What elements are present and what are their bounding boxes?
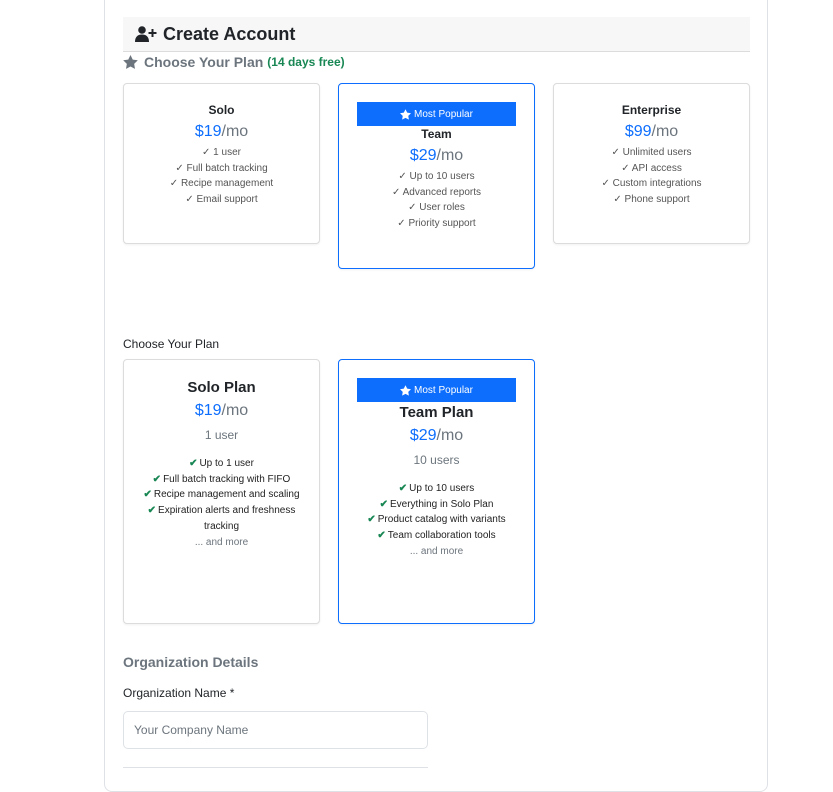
check-icon: ✔ [398, 483, 408, 494]
check-icon: ✔ [152, 473, 162, 485]
plan-price: $99/mo [624, 123, 679, 140]
plan-feature: ✓ User roles [408, 202, 465, 213]
plan-feature: ✓ API access [621, 162, 682, 174]
page-title: Create Account [163, 23, 296, 44]
plan-feature: ✔ Up to 1 user [189, 458, 254, 469]
plan-section-heading: Choose Your Plan [144, 54, 264, 70]
check-icon: ✔ [377, 530, 386, 542]
plan-feature: ✓ 1 user [202, 147, 241, 158]
plan-card-team[interactable]: Most Popular Team $29/mo ✓ Up to 10 user… [338, 83, 535, 269]
plan-feature: ✓ Unlimited users [611, 147, 692, 158]
plan-more: ... and more [409, 545, 464, 557]
plan-more: ... and more [194, 536, 249, 548]
most-popular-badge: Most Popular [357, 378, 516, 402]
plan-feature: ✓ Email support [185, 193, 258, 205]
plan-users: 1 user [204, 428, 239, 442]
plan-feature: ✔ Recipe management and scaling [143, 489, 300, 501]
plan-price: $19/mo [194, 123, 249, 140]
plan-feature: ✓ Full batch tracking [175, 162, 268, 174]
check-icon: ✔ [143, 489, 152, 501]
plan-card-solo-plan[interactable]: Solo Plan $19/mo 1 user ✔ Up to 1 user ✔ F… [123, 359, 320, 624]
plan-feature: ✔ Expiration alerts and freshness trackin… [147, 505, 296, 532]
check-icon: ✔ [189, 458, 198, 469]
plan-name: Enterprise [621, 103, 682, 117]
check-icon: ✔ [379, 498, 388, 510]
plan-name: Solo Plan [187, 379, 256, 396]
divider [123, 767, 428, 768]
plan-feature: ✓ Priority support [397, 217, 476, 229]
plan-feature: ✓ Custom integrations [601, 178, 702, 189]
plan-price: $29/mo [409, 147, 464, 164]
badge-label: Most Popular [414, 384, 473, 396]
plan-feature: ✔ Up to 10 users [398, 483, 475, 494]
user-plus-icon [135, 26, 157, 42]
check-icon: ✔ [147, 505, 157, 517]
free-trial-note: (14 days free) [267, 55, 345, 69]
plan-name: Team [421, 127, 452, 141]
plan-name: Team Plan [399, 404, 474, 421]
badge-label: Most Popular [414, 108, 473, 120]
plan-price: $19/mo [194, 402, 249, 419]
plan-feature: ✓ Up to 10 users [398, 171, 475, 182]
organization-name-input[interactable] [123, 711, 428, 749]
plan-card-enterprise[interactable]: Enterprise $99/mo ✓ Unlimited users ✓ AP… [553, 83, 750, 244]
plan-users: 10 users [413, 453, 460, 467]
star-icon [123, 55, 138, 69]
plan-card-solo[interactable]: Solo $19/mo ✓ 1 user ✓ Full batch tracki… [123, 83, 320, 244]
organization-name-label: Organization Name * [123, 686, 235, 700]
star-icon [400, 384, 412, 396]
plan-label: Choose Your Plan [123, 337, 220, 351]
plan-feature: ✓ Recipe management [169, 178, 274, 189]
plan-card-team-plan[interactable]: Most Popular Team Plan $29/mo 10 users ✔… [338, 359, 535, 624]
most-popular-badge: Most Popular [357, 102, 516, 126]
check-icon: ✔ [367, 514, 376, 526]
plan-section-title: Choose Your Plan (14 days free) [123, 53, 345, 71]
plan-feature: ✔ Team collaboration tools [377, 530, 496, 542]
plan-feature: ✔ Everything in Solo Plan [379, 498, 494, 510]
star-icon [400, 108, 412, 120]
plan-feature: ✔ Product catalog with variants [367, 514, 506, 526]
card-header: Create Account [123, 17, 750, 52]
plan-name: Solo [208, 103, 235, 117]
organization-details-heading: Organization Details [123, 654, 259, 670]
plan-feature: ✓ Phone support [613, 193, 690, 205]
plan-price: $29/mo [409, 427, 464, 444]
plan-feature: ✔ Full batch tracking with FIFO [152, 473, 291, 485]
plan-feature: ✓ Advanced reports [392, 186, 481, 198]
